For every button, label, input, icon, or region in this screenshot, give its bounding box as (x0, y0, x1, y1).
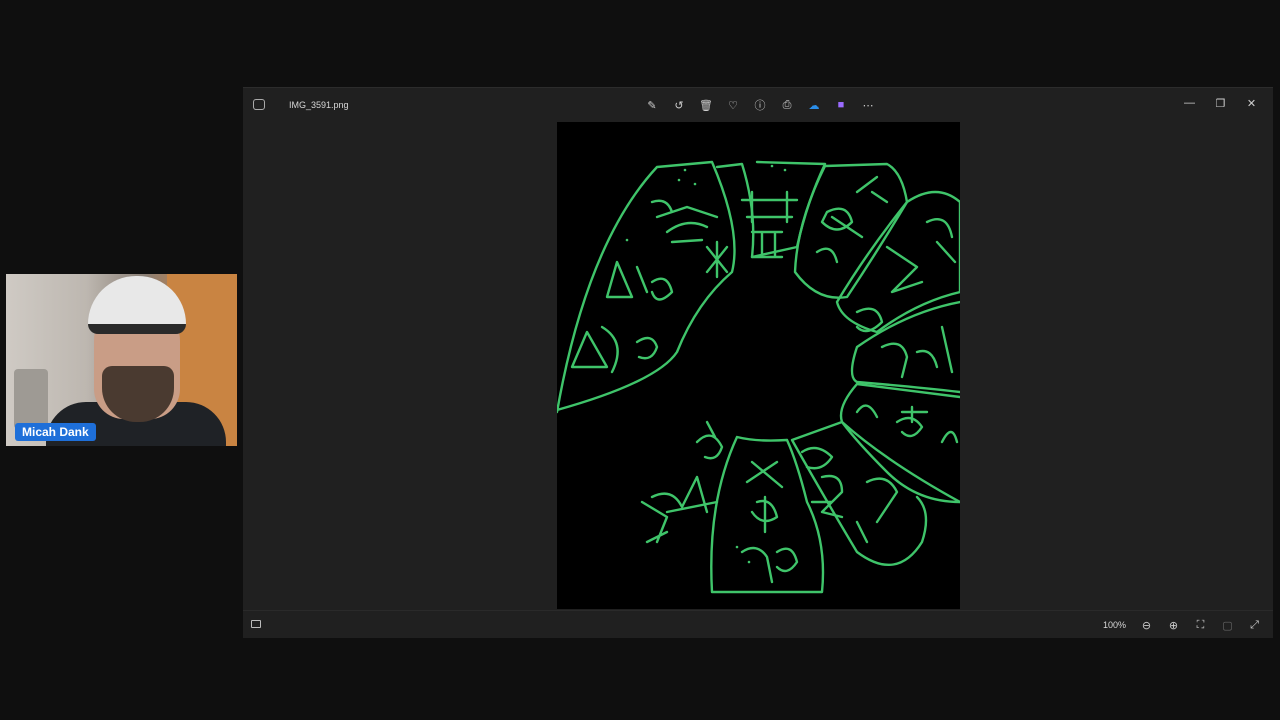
file-name: IMG_3591.png (289, 100, 349, 110)
participant-name-tag: Micah Dank (15, 423, 96, 441)
title-bar: IMG_3591.png ✎ ↺ 🗑 ♡ ⓘ ⎙ ☁ ■ ⋯ — ❐ ✕ (243, 88, 1273, 122)
actual-size-icon[interactable]: ▢ (1217, 616, 1238, 634)
window-controls: — ❐ ✕ (1174, 92, 1267, 114)
edit-image-icon[interactable]: ✎ (643, 96, 661, 114)
zoom-controls: 100% ⊖ ⊕ ⛶ ▢ ⤢ (1103, 616, 1265, 634)
zoom-level[interactable]: 100% (1103, 620, 1126, 630)
favorite-icon[interactable]: ♡ (724, 96, 742, 114)
webcam-background-object (14, 369, 48, 429)
toolbar: ✎ ↺ 🗑 ♡ ⓘ ⎙ ☁ ■ ⋯ (643, 96, 877, 114)
rotate-icon[interactable]: ↺ (670, 96, 688, 114)
fullscreen-icon[interactable]: ⤢ (1244, 616, 1265, 634)
displayed-image (557, 122, 960, 609)
bottom-bar: 100% ⊖ ⊕ ⛶ ▢ ⤢ (243, 610, 1273, 638)
webcam-feed: Micah Dank (6, 274, 237, 446)
restore-button[interactable]: ❐ (1205, 92, 1236, 114)
delete-icon[interactable]: 🗑 (697, 96, 715, 114)
photos-app-icon (253, 99, 265, 110)
clipchamp-icon[interactable]: ■ (832, 96, 850, 114)
photos-app-window: IMG_3591.png ✎ ↺ 🗑 ♡ ⓘ ⎙ ☁ ■ ⋯ — ❐ ✕ 100… (243, 87, 1273, 638)
fit-to-window-icon[interactable]: ⛶ (1190, 616, 1211, 634)
onedrive-icon[interactable]: ☁ (805, 96, 823, 114)
minimize-button[interactable]: — (1174, 92, 1205, 114)
close-button[interactable]: ✕ (1236, 92, 1267, 114)
zoom-out-icon[interactable]: ⊖ (1136, 616, 1157, 634)
print-icon[interactable]: ⎙ (778, 96, 796, 114)
zodiac-glyph-wheel-image (557, 160, 960, 594)
filmstrip-toggle-icon[interactable] (251, 620, 261, 628)
info-icon[interactable]: ⓘ (751, 96, 769, 114)
more-options-icon[interactable]: ⋯ (859, 96, 877, 114)
zoom-in-icon[interactable]: ⊕ (1163, 616, 1184, 634)
